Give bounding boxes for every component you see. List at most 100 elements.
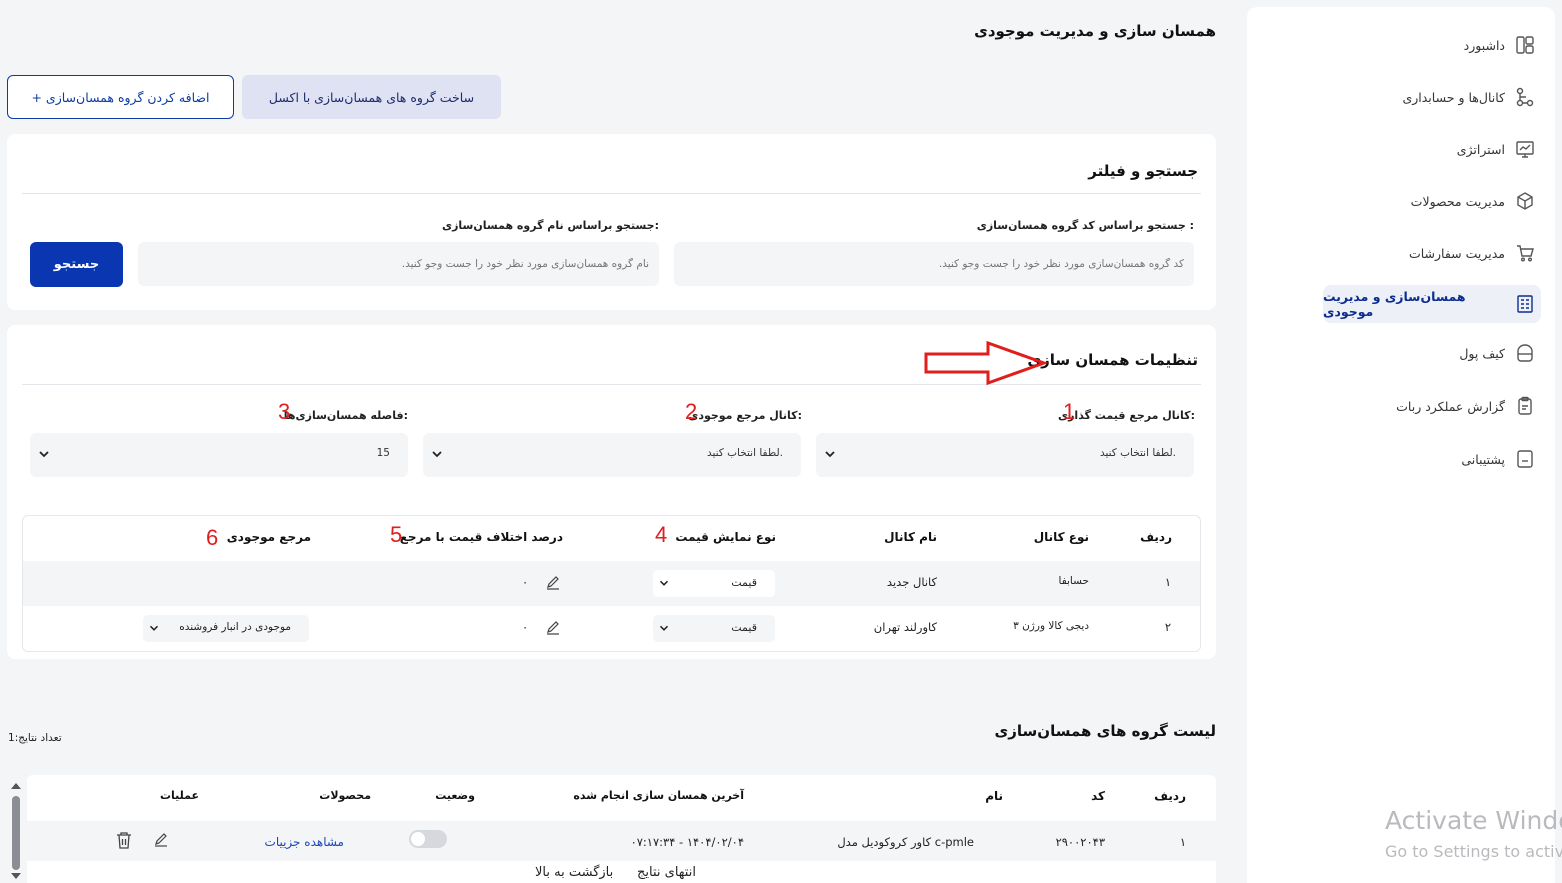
delete-icon[interactable] <box>115 830 133 853</box>
sidebar-item-channels[interactable]: کانال‌ها و حسابداری <box>1323 79 1541 115</box>
scroll-up-icon[interactable] <box>8 780 24 792</box>
sidebar-item-label: کیف پول <box>1459 345 1505 361</box>
marker-2: 2 <box>685 399 698 424</box>
chevron-down-icon <box>432 451 442 458</box>
cell-price-diff: ۰ <box>522 575 529 589</box>
support-icon <box>1515 449 1535 469</box>
cell-channel-type: دیجی کالا ورژن ۳ <box>1013 620 1089 632</box>
sidebar-item-bot-report[interactable]: گزارش عملکرد ربات <box>1323 388 1541 424</box>
marker-5: 5 <box>390 522 403 547</box>
th-name: نام <box>985 789 1003 803</box>
search-card-title: جستجو و فیلتر <box>1088 162 1198 180</box>
excel-import-button[interactable]: ساخت گروه های همسان‌سازی با اکسل <box>242 75 501 119</box>
sidebar-item-strategy[interactable]: استراتژی <box>1323 131 1541 167</box>
marker-6: 6 <box>206 525 219 550</box>
edit-icon[interactable] <box>545 619 561 638</box>
stock-ref-row-value: موجودی در انبار فروشنده <box>179 621 291 633</box>
end-of-results: انتهای نتایج <box>637 865 696 880</box>
th-stock-ref: مرجع موجودی <box>226 530 311 544</box>
report-icon <box>1515 396 1535 416</box>
th-code: کد <box>1091 789 1105 803</box>
scrollbar-thumb[interactable] <box>12 796 20 870</box>
price-ref-label: کانال مرجع قیمت گذاری: <box>1058 409 1195 422</box>
interval-label: فاصله همسان‌سازی‌ها: <box>283 409 408 422</box>
dashboard-icon <box>1515 35 1535 55</box>
sidebar-item-sync[interactable]: همسان‌سازی و مدیریت موجودی <box>1323 285 1541 323</box>
edit-icon[interactable] <box>153 831 169 850</box>
annotation-arrow-icon <box>924 340 1048 386</box>
cart-icon <box>1515 243 1535 263</box>
th-row: ردیف <box>1140 530 1172 544</box>
search-filter-card: جستجو و فیلتر جستجو براساس کد گروه همسان… <box>7 134 1216 310</box>
price-display-select[interactable]: قیمت <box>653 615 775 642</box>
status-toggle[interactable] <box>409 830 447 848</box>
sidebar-item-label: مدیریت محصولات <box>1410 193 1505 209</box>
th-last-sync: آخرین همسان سازی انجام شده <box>573 789 744 802</box>
th-price-diff: درصد اختلاف قیمت با مرجع <box>399 530 563 544</box>
price-display-value: قیمت <box>731 621 757 634</box>
channels-icon <box>1515 87 1535 107</box>
sidebar-item-label: استراتژی <box>1456 141 1505 157</box>
price-display-value: قیمت <box>731 576 757 589</box>
back-to-top-link[interactable]: بازگشت به بالا <box>535 865 613 880</box>
search-button[interactable]: جستجو <box>30 242 123 287</box>
sidebar-item-wallet[interactable]: کیف پول <box>1323 335 1541 371</box>
cell-row: ۱ <box>1179 835 1186 849</box>
price-ref-select[interactable]: لطفا انتخاب کنید. <box>816 433 1194 477</box>
table-row: ۱ حسابفا کانال جدید قیمت ۰ <box>23 561 1200 606</box>
add-sync-group-button[interactable]: + اضافه کردن گروه همسان‌سازی <box>7 75 234 119</box>
sidebar-item-products[interactable]: مدیریت محصولات <box>1323 183 1541 219</box>
cell-row: ۱ <box>1164 575 1171 589</box>
marker-1: 1 <box>1063 399 1076 424</box>
sidebar-item-dashboard[interactable]: داشبورد <box>1323 27 1541 63</box>
marker-3: 3 <box>278 399 291 424</box>
sidebar-item-label: داشبورد <box>1463 37 1505 53</box>
sidebar-item-orders[interactable]: مدیریت سفارشات <box>1323 235 1541 271</box>
code-search-label: جستجو براساس کد گروه همسان‌سازی : <box>976 219 1194 232</box>
chevron-down-icon <box>659 580 669 586</box>
chevron-down-icon <box>149 625 159 631</box>
stock-ref-label: کانال مرجع موجودی: <box>688 409 802 422</box>
wallet-icon <box>1515 343 1535 363</box>
cell-last-sync: ۰۷:۱۷:۳۴ - ۱۴۰۴/۰۲/۰۴ <box>630 835 744 849</box>
cell-channel-name: کانال جدید <box>886 575 937 589</box>
sidebar-item-label: گزارش عملکرد ربات <box>1396 398 1505 414</box>
sync-groups-list-title: لیست گروه های همسان‌سازی <box>994 722 1217 740</box>
name-search-input[interactable] <box>138 242 659 286</box>
th-status: وضعیت <box>435 789 475 802</box>
chevron-down-icon <box>825 451 835 458</box>
chevron-down-icon <box>659 625 669 631</box>
sidebar-item-label: پشتیبانی <box>1461 451 1505 467</box>
sidebar-item-label: همسان‌سازی و مدیریت موجودی <box>1323 289 1466 319</box>
scrollbar[interactable] <box>8 778 24 883</box>
marker-4: 4 <box>655 522 668 547</box>
price-ref-value: لطفا انتخاب کنید. <box>1099 447 1176 459</box>
page-title: همسان سازی و مدیریت موجودی <box>974 22 1216 40</box>
interval-select[interactable]: 15 <box>30 433 408 477</box>
settings-card-title: تنظیمات همسان سازی <box>1027 351 1198 369</box>
sync-icon <box>1515 294 1535 314</box>
code-search-input[interactable] <box>674 242 1194 286</box>
cell-row: ۲ <box>1164 620 1171 634</box>
edit-icon[interactable] <box>545 574 561 593</box>
name-search-label: جستجو براساس نام گروه همسان‌سازی: <box>442 219 659 232</box>
view-details-link[interactable]: مشاهده جزییات <box>265 835 344 849</box>
activation-watermark-title: Activate Window <box>1385 806 1562 835</box>
sidebar-item-label: مدیریت سفارشات <box>1408 245 1505 261</box>
th-products: محصولات <box>319 789 371 802</box>
table-row: ۱ ۲۹۰۰۲۰۴۳ کاور کروکودیل مدل c-pmle ۰۷:۱… <box>27 821 1216 861</box>
cell-price-diff: ۰ <box>522 620 529 634</box>
th-price-display: نوع نمایش قیمت <box>675 530 776 544</box>
stock-ref-row-select[interactable]: موجودی در انبار فروشنده <box>143 615 309 642</box>
th-channel-type: نوع کانال <box>1033 530 1089 544</box>
price-display-select[interactable]: قیمت <box>653 570 775 597</box>
channel-settings-table: ردیف نوع کانال نام کانال نوع نمایش قیمت … <box>22 515 1201 652</box>
scroll-down-icon[interactable] <box>8 870 24 882</box>
sidebar-item-support[interactable]: پشتیبانی <box>1323 441 1541 477</box>
interval-value: 15 <box>376 447 390 459</box>
cell-name: کاور کروکودیل مدل c-pmle <box>837 835 974 849</box>
th-row: ردیف <box>1154 789 1186 803</box>
chevron-down-icon <box>39 451 49 458</box>
stock-ref-select[interactable]: لطفا انتخاب کنید. <box>423 433 801 477</box>
cell-channel-name: کاورلند تهران <box>873 620 937 634</box>
